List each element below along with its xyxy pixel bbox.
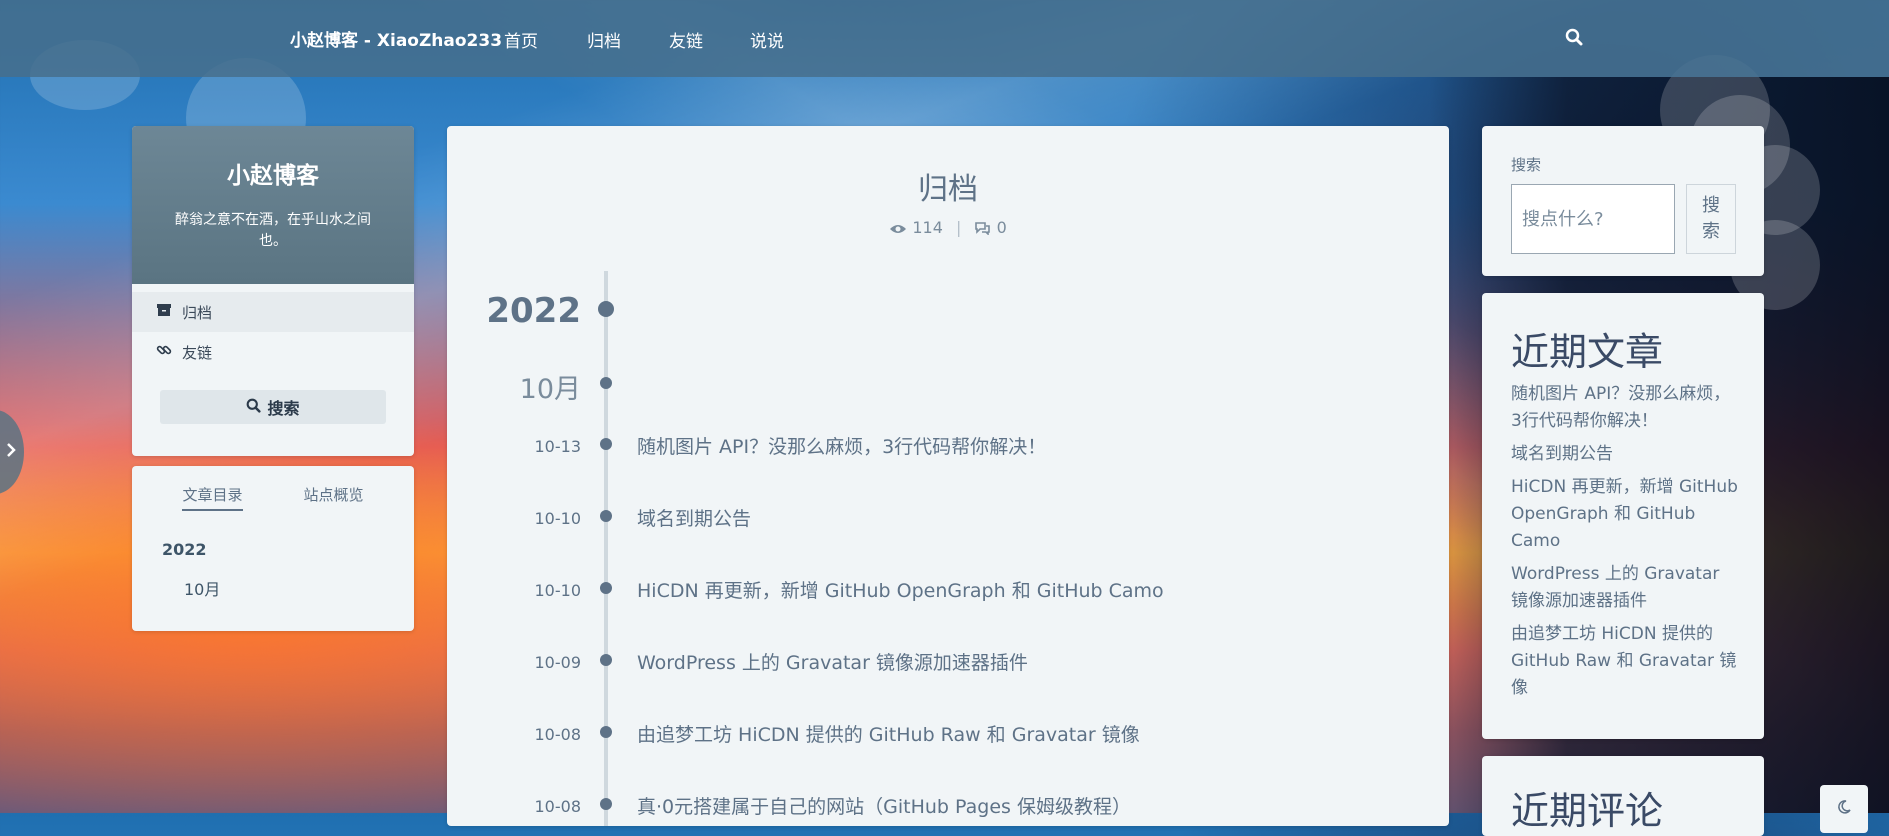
moon-icon bbox=[1836, 799, 1852, 819]
timeline-dot bbox=[600, 726, 612, 738]
recent-comments-title: 近期评论 bbox=[1511, 789, 1664, 833]
recent-post-link[interactable]: 由追梦工坊 HiCDN 提供的 GitHub Raw 和 Gravatar 镜像 bbox=[1511, 621, 1741, 702]
post-date: 10-08 bbox=[534, 797, 582, 816]
profile-search-label: 搜索 bbox=[267, 399, 300, 418]
post-link[interactable]: 真·0元搭建属于自己的网站（GitHub Pages 保姆级教程） bbox=[637, 792, 1131, 819]
search-button[interactable]: 搜索 bbox=[1686, 184, 1736, 254]
comment-icon bbox=[974, 218, 996, 237]
timeline-dot bbox=[600, 510, 612, 522]
timeline-dot bbox=[600, 377, 612, 389]
tab-overview[interactable]: 站点概览 bbox=[303, 484, 363, 511]
timeline-year: 2022 bbox=[486, 291, 581, 331]
post-link[interactable]: 域名到期公告 bbox=[637, 504, 751, 531]
recent-post-link[interactable]: 域名到期公告 bbox=[1511, 441, 1741, 468]
profile-name: 小赵博客 bbox=[227, 163, 319, 189]
toc-year[interactable]: 2022 bbox=[162, 540, 207, 559]
page-title: 归档 bbox=[918, 172, 978, 207]
dark-mode-button[interactable] bbox=[1820, 785, 1868, 833]
nav-link-moments[interactable]: 说说 bbox=[750, 27, 784, 52]
profile-menu-label: 友链 bbox=[182, 343, 213, 362]
post-date: 10-10 bbox=[534, 581, 582, 600]
search-input[interactable] bbox=[1511, 184, 1675, 254]
nav-link-home[interactable]: 首页 bbox=[504, 27, 538, 52]
nav-link-archive[interactable]: 归档 bbox=[587, 27, 621, 52]
comment-count: 0 bbox=[996, 218, 1007, 237]
profile-search-button[interactable]: 搜索 bbox=[160, 390, 386, 424]
post-link[interactable]: 随机图片 API？没那么麻烦，3行代码帮你解决！ bbox=[637, 432, 1046, 459]
search-widget-label: 搜索 bbox=[1511, 156, 1542, 174]
timeline-dot bbox=[598, 301, 614, 317]
site-brand[interactable]: 小赵博客 - XiaoZhao233 bbox=[290, 26, 502, 51]
search-icon bbox=[246, 398, 267, 417]
profile-menu-friends[interactable]: 友链 bbox=[132, 332, 414, 372]
recent-post-link[interactable]: 随机图片 API？没那么麻烦，3行代码帮你解决！ bbox=[1511, 381, 1741, 435]
timeline-dot bbox=[600, 582, 612, 594]
recent-comments-widget: 近期评论 bbox=[1482, 756, 1764, 836]
search-widget: 搜索 搜索 bbox=[1482, 126, 1764, 276]
link-icon bbox=[156, 342, 182, 362]
chevron-right-icon bbox=[6, 442, 16, 462]
post-date: 10-13 bbox=[534, 437, 582, 456]
post-link[interactable]: HiCDN 再更新，新增 GitHub OpenGraph 和 GitHub C… bbox=[637, 576, 1164, 603]
timeline-dot bbox=[600, 654, 612, 666]
view-count: 114 bbox=[912, 218, 943, 237]
meta-separator: | bbox=[955, 218, 962, 237]
post-date: 10-08 bbox=[534, 725, 582, 744]
toc-month[interactable]: 10月 bbox=[184, 576, 220, 600]
timeline-line bbox=[604, 271, 608, 826]
profile-menu-archive[interactable]: 归档 bbox=[132, 292, 414, 332]
archive-main: 归档 114 | 0 2022 10月 10-13 随机图片 API？没那么麻烦… bbox=[447, 126, 1449, 826]
post-link[interactable]: 由追梦工坊 HiCDN 提供的 GitHub Raw 和 Gravatar 镜像 bbox=[637, 720, 1140, 747]
sidebar-toggle-button[interactable] bbox=[0, 410, 24, 494]
profile-motto: 醉翁之意不在酒，在乎山水之间也。 bbox=[175, 212, 371, 249]
recent-posts-title: 近期文章 bbox=[1511, 330, 1664, 374]
post-date: 10-09 bbox=[534, 653, 582, 672]
post-link[interactable]: WordPress 上的 Gravatar 镜像源加速器插件 bbox=[637, 648, 1028, 675]
recent-posts-list: 随机图片 API？没那么麻烦，3行代码帮你解决！ 域名到期公告 HiCDN 再更… bbox=[1511, 381, 1741, 708]
recent-post-link[interactable]: HiCDN 再更新，新增 GitHub OpenGraph 和 GitHub C… bbox=[1511, 474, 1741, 555]
toc-tabs: 文章目录 站点概览 bbox=[132, 466, 414, 511]
profile-menu: 归档 友链 bbox=[132, 284, 414, 372]
profile-menu-label: 归档 bbox=[182, 303, 213, 322]
recent-posts-widget: 近期文章 随机图片 API？没那么麻烦，3行代码帮你解决！ 域名到期公告 HiC… bbox=[1482, 293, 1764, 739]
page-meta: 114 | 0 bbox=[447, 218, 1449, 237]
search-icon[interactable] bbox=[1565, 28, 1585, 48]
eye-icon bbox=[889, 218, 912, 237]
toc-card: 文章目录 站点概览 2022 10月 bbox=[132, 466, 414, 631]
timeline-dot bbox=[600, 438, 612, 450]
archive-icon bbox=[156, 303, 182, 321]
tab-toc[interactable]: 文章目录 bbox=[182, 484, 243, 511]
timeline-dot bbox=[600, 798, 612, 810]
profile-header: 小赵博客 醉翁之意不在酒，在乎山水之间也。 bbox=[132, 126, 414, 284]
post-date: 10-10 bbox=[534, 509, 582, 528]
recent-post-link[interactable]: WordPress 上的 Gravatar 镜像源加速器插件 bbox=[1511, 561, 1741, 615]
timeline-month: 10月 bbox=[519, 374, 581, 405]
top-navbar: 小赵博客 - XiaoZhao233 首页 归档 友链 说说 bbox=[0, 0, 1889, 77]
nav-link-friends[interactable]: 友链 bbox=[669, 27, 703, 52]
profile-card: 小赵博客 醉翁之意不在酒，在乎山水之间也。 归档 友链 搜索 bbox=[132, 126, 414, 456]
